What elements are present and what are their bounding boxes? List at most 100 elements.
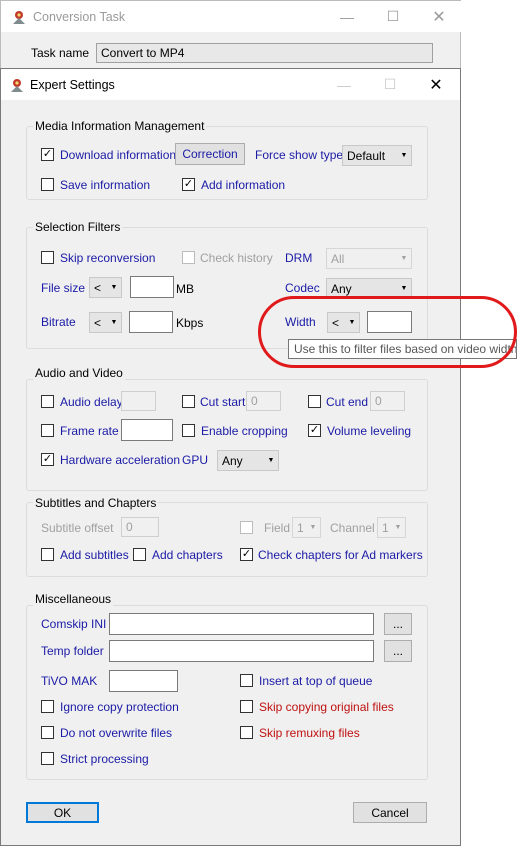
maximize-icon[interactable]: ☐	[370, 1, 416, 32]
volume-leveling-checkbox[interactable]: ✓	[308, 424, 321, 437]
close-icon[interactable]: ✕	[416, 1, 462, 32]
maximize-icon[interactable]: ☐	[367, 69, 413, 100]
bitrate-unit: Kbps	[176, 316, 204, 330]
chevron-down-icon: ▼	[400, 255, 408, 262]
correction-button[interactable]: Correction	[175, 143, 245, 165]
subtitle-offset-input[interactable]: 0	[121, 517, 159, 537]
skip-remuxing-label: Skip remuxing files	[259, 726, 360, 740]
audio-delay-input[interactable]	[121, 391, 156, 411]
chevron-down-icon: ▼	[394, 524, 402, 531]
temp-folder-browse-button[interactable]: ...	[384, 640, 412, 662]
width-input[interactable]	[367, 311, 412, 333]
audio-video-group-title: Audio and Video	[33, 366, 125, 380]
media-info-group-title: Media Information Management	[33, 119, 207, 133]
skip-reconversion-label: Skip reconversion	[60, 251, 156, 265]
temp-folder-input[interactable]	[109, 640, 374, 662]
expert-settings-dialog: Expert Settings — ☐ ✕ Media Information …	[0, 68, 461, 846]
do-not-overwrite-label: Do not overwrite files	[60, 726, 173, 740]
strict-processing-label: Strict processing	[60, 752, 149, 766]
app-icon	[9, 77, 25, 93]
audio-delay-checkbox[interactable]	[41, 395, 54, 408]
cut-end-checkbox[interactable]	[308, 395, 321, 408]
close-icon[interactable]: ✕	[413, 69, 459, 100]
bitrate-operator-value: <	[94, 315, 102, 330]
volume-leveling-label: Volume leveling	[327, 424, 412, 438]
width-operator-select[interactable]: < ▼	[327, 312, 360, 333]
do-not-overwrite-checkbox[interactable]	[41, 726, 54, 739]
skip-remuxing-checkbox[interactable]	[240, 726, 253, 739]
dialog-title: Expert Settings	[30, 78, 115, 92]
temp-folder-label: Temp folder	[41, 644, 104, 658]
width-label: Width	[285, 315, 316, 329]
minimize-icon[interactable]: —	[324, 1, 370, 32]
app-icon	[11, 9, 27, 25]
cancel-button[interactable]: Cancel	[353, 802, 427, 823]
audio-delay-label: Audio delay	[60, 395, 123, 409]
file-size-input[interactable]	[130, 276, 174, 298]
drm-select[interactable]: All ▼	[326, 248, 412, 269]
field-select[interactable]: 1 ▼	[292, 517, 321, 538]
bitrate-operator-select[interactable]: < ▼	[89, 312, 122, 333]
hardware-acceleration-checkbox[interactable]: ✓	[41, 453, 54, 466]
minimize-icon[interactable]: —	[321, 69, 367, 100]
comskip-ini-input[interactable]	[109, 613, 374, 635]
drm-value: All	[331, 251, 345, 266]
channel-value: 1	[382, 520, 389, 535]
add-chapters-label: Add chapters	[152, 548, 223, 562]
skip-reconversion-checkbox[interactable]	[41, 251, 54, 264]
selection-filters-group-title: Selection Filters	[33, 220, 123, 234]
chevron-down-icon: ▼	[110, 319, 118, 326]
chevron-down-icon: ▼	[309, 524, 317, 531]
add-chapters-checkbox[interactable]	[133, 548, 146, 561]
frame-rate-input[interactable]	[121, 419, 173, 441]
bitrate-label: Bitrate	[41, 315, 76, 329]
add-subtitles-checkbox[interactable]	[41, 548, 54, 561]
conversion-task-titlebar: Conversion Task — ☐ ✕	[1, 1, 462, 32]
strict-processing-checkbox[interactable]	[41, 752, 54, 765]
subtitle-offset-label: Subtitle offset	[41, 521, 114, 535]
check-history-checkbox[interactable]	[182, 251, 195, 264]
gpu-select[interactable]: Any ▼	[217, 450, 279, 471]
width-operator-value: <	[332, 315, 340, 330]
codec-label: Codec	[285, 281, 320, 295]
window-title: Conversion Task	[33, 10, 126, 24]
cut-end-input[interactable]: 0	[370, 391, 405, 411]
force-show-type-label: Force show type	[255, 148, 344, 162]
tivo-mak-input[interactable]	[109, 670, 178, 692]
gpu-label: GPU	[182, 453, 209, 467]
frame-rate-checkbox[interactable]	[41, 424, 54, 437]
ok-button[interactable]: OK	[26, 802, 99, 823]
check-chapters-ad-label: Check chapters for Ad markers	[258, 548, 423, 562]
cut-start-checkbox[interactable]	[182, 395, 195, 408]
save-info-checkbox[interactable]	[41, 178, 54, 191]
field-checkbox[interactable]	[240, 521, 253, 534]
add-info-checkbox[interactable]: ✓	[182, 178, 195, 191]
cut-start-input[interactable]: 0	[246, 391, 281, 411]
force-show-type-value: Default	[347, 148, 386, 163]
force-show-type-select[interactable]: Default ▼	[342, 145, 412, 166]
skip-copying-original-checkbox[interactable]	[240, 700, 253, 713]
expert-settings-titlebar: Expert Settings — ☐ ✕	[1, 69, 460, 100]
ignore-copy-protection-checkbox[interactable]	[41, 700, 54, 713]
channel-select[interactable]: 1 ▼	[377, 517, 406, 538]
comskip-browse-button[interactable]: ...	[384, 613, 412, 635]
comskip-ini-label: Comskip INI	[41, 617, 107, 631]
field-label: Field	[264, 521, 291, 535]
bitrate-input[interactable]	[129, 311, 173, 333]
codec-select[interactable]: Any ▼	[326, 278, 412, 299]
file-size-operator-select[interactable]: < ▼	[89, 277, 122, 298]
download-info-label: Download information	[60, 148, 177, 162]
width-tooltip: Use this to filter files based on video …	[288, 339, 517, 359]
chevron-down-icon: ▼	[267, 457, 275, 464]
check-chapters-ad-checkbox[interactable]: ✓	[240, 548, 253, 561]
insert-top-queue-checkbox[interactable]	[240, 674, 253, 687]
task-name-input[interactable]: Convert to MP4	[96, 43, 433, 63]
chevron-down-icon: ▼	[110, 284, 118, 291]
check-history-label: Check history	[200, 251, 273, 265]
gpu-value: Any	[222, 453, 243, 468]
enable-cropping-checkbox[interactable]	[182, 424, 195, 437]
drm-label: DRM	[285, 251, 313, 265]
download-info-checkbox[interactable]: ✓	[41, 148, 54, 161]
insert-top-queue-label: Insert at top of queue	[259, 674, 373, 688]
frame-rate-label: Frame rate	[60, 424, 119, 438]
